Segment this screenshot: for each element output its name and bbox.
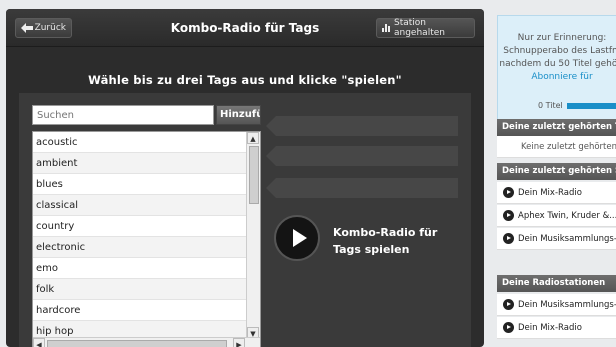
tag-list[interactable]: acoustic ambient blues classical country elec… xyxy=(32,131,261,347)
radio-stations-heading: Deine Radiostationen xyxy=(497,275,616,292)
tag-list-item[interactable]: classical xyxy=(33,195,247,216)
instruction-heading: Wähle bis zu drei Tags aus und klicke "s… xyxy=(88,73,402,87)
tag-list-item[interactable]: folk xyxy=(33,279,247,300)
station-row[interactable]: Dein Musiksammlungs-Radio xyxy=(497,294,616,316)
play-circle-icon[interactable] xyxy=(503,299,514,310)
play-icon[interactable] xyxy=(274,215,320,261)
tag-slot-3[interactable] xyxy=(266,178,458,198)
tag-slot-2[interactable] xyxy=(266,146,458,166)
recent-tags-empty: Keine zuletzt gehörten xyxy=(497,136,616,158)
subscription-reminder: Nur zur Erinnerung: Schnupperabo des Las… xyxy=(497,15,616,123)
search-input[interactable] xyxy=(32,105,214,125)
play-circle-icon[interactable] xyxy=(503,210,514,221)
station-name: Dein Musiksammlungs-Radio xyxy=(518,233,616,244)
sidebar: Nur zur Erinnerung: Schnupperabo des Las… xyxy=(497,9,616,347)
station-name: Dein Mix-Radio xyxy=(518,322,582,333)
scroll-left-icon[interactable]: ◀ xyxy=(33,338,45,347)
horizontal-scrollbar[interactable]: ◀ ▶ xyxy=(33,337,260,347)
station-stopped-label: Station angehalten xyxy=(394,18,445,38)
tag-list-item[interactable]: acoustic xyxy=(33,132,247,153)
station-name: Dein Mix-Radio xyxy=(518,187,582,198)
title-bar: Zurück Kombo-Radio für Tags Station ange… xyxy=(6,9,484,47)
tag-slot-1[interactable] xyxy=(266,116,458,136)
reminder-line-3: nachdem du 50 Titel gehört xyxy=(499,59,616,69)
station-row[interactable]: Dein Musiksammlungs-Radio xyxy=(497,228,616,250)
play-circle-icon[interactable] xyxy=(503,233,514,244)
station-row[interactable]: Dein Mix-Radio xyxy=(497,182,616,204)
track-count: 0 Titel xyxy=(538,101,563,110)
tag-list-item[interactable]: electronic xyxy=(33,237,247,258)
scroll-right-icon[interactable]: ▶ xyxy=(233,338,245,347)
station-row[interactable]: Dein Mix-Radio xyxy=(497,317,616,339)
horizontal-scrollbar-thumb[interactable] xyxy=(47,340,227,347)
scrollbar-thumb[interactable] xyxy=(249,146,259,204)
play-circle-icon[interactable] xyxy=(503,187,514,198)
play-circle-icon[interactable] xyxy=(503,322,514,333)
scroll-up-icon[interactable]: ▲ xyxy=(247,132,259,144)
tag-list-item[interactable]: country xyxy=(33,216,247,237)
tag-list-item[interactable]: hardcore xyxy=(33,300,247,321)
combo-radio-panel: Zurück Kombo-Radio für Tags Station ange… xyxy=(6,9,484,347)
equalizer-icon xyxy=(382,24,390,32)
station-name: Aphex Twin, Kruder &... xyxy=(518,210,616,221)
tag-selector: Hinzufügen acousticambientbluesclassical… xyxy=(19,93,471,347)
station-name: Dein Musiksammlungs-Radio xyxy=(518,299,616,310)
station-row[interactable]: Aphex Twin, Kruder &... xyxy=(497,205,616,227)
vertical-scrollbar[interactable]: ▲ ▼ xyxy=(246,132,260,339)
track-progress-bar xyxy=(566,102,616,109)
add-tag-button[interactable]: Hinzufügen xyxy=(216,105,261,125)
tag-list-item[interactable]: emo xyxy=(33,258,247,279)
subscribe-link[interactable]: Abonniere für xyxy=(498,71,616,84)
tag-list-item[interactable]: ambient xyxy=(33,153,247,174)
recent-stations-heading: Deine zuletzt gehörten Sender xyxy=(497,163,616,180)
play-label[interactable]: Kombo-Radio für Tags spielen xyxy=(333,224,468,258)
track-progress: 0 Titel xyxy=(538,99,616,112)
station-stopped-button[interactable]: Station angehalten xyxy=(376,18,475,38)
reminder-line-1: Nur zur Erinnerung: xyxy=(517,33,607,43)
tag-list-item[interactable]: blues xyxy=(33,174,247,195)
reminder-line-2: Schnupperabo des Lastfm xyxy=(503,46,616,56)
recent-tags-heading: Deine zuletzt gehörten Tags xyxy=(497,119,616,136)
recent-tags-empty-text: Keine zuletzt gehörten xyxy=(521,141,616,152)
